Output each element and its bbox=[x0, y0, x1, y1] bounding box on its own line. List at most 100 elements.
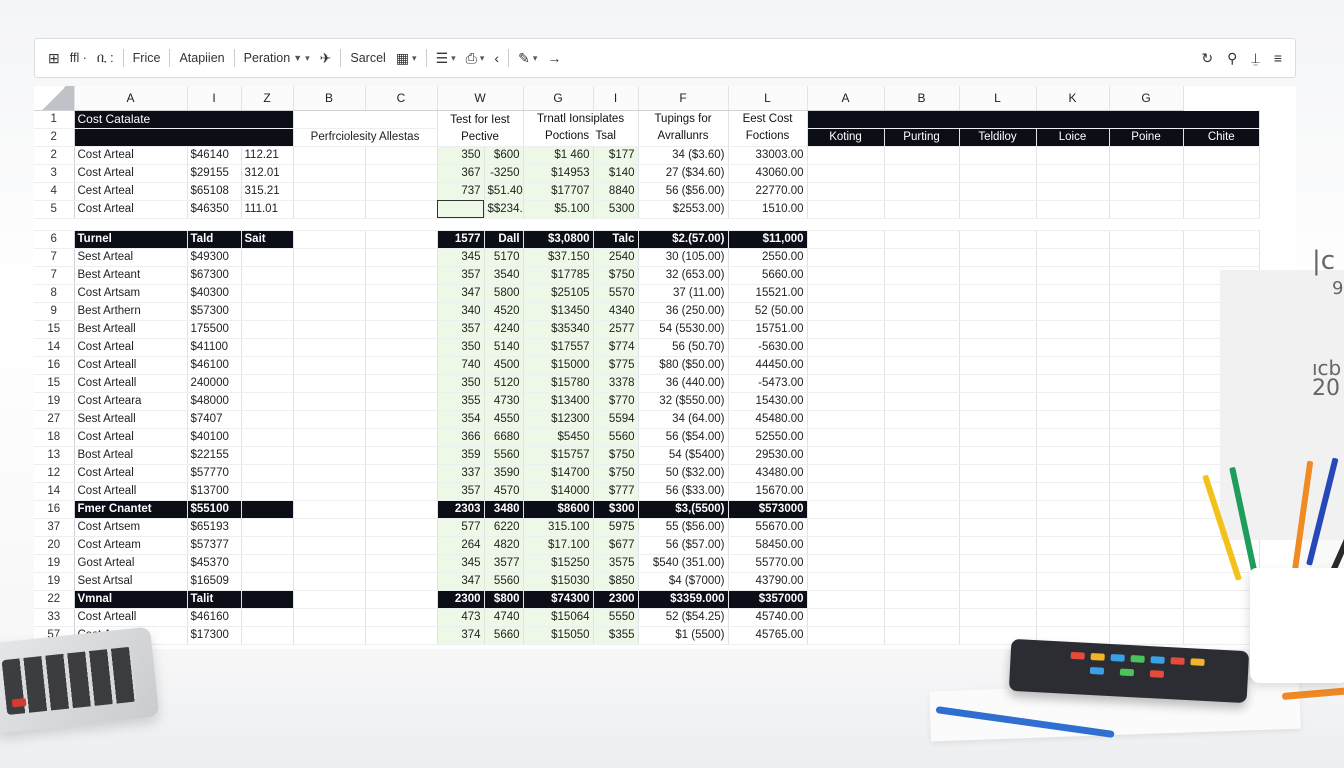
value-cell[interactable]: 2540 bbox=[593, 248, 639, 267]
total-label[interactable]: Vmnal bbox=[74, 590, 188, 609]
cost-cell[interactable]: $5450 bbox=[523, 428, 594, 447]
row-number[interactable]: 2 bbox=[34, 128, 75, 147]
amount-cell[interactable]: $57300 bbox=[187, 302, 242, 321]
value-cell[interactable]: $51.40 bbox=[484, 182, 524, 201]
cell[interactable] bbox=[959, 392, 1037, 411]
cell[interactable] bbox=[884, 536, 960, 555]
cell[interactable] bbox=[293, 464, 366, 483]
cell[interactable] bbox=[807, 626, 885, 645]
total-value[interactable]: $800 bbox=[484, 590, 524, 609]
cell[interactable] bbox=[884, 518, 960, 537]
cell[interactable] bbox=[807, 608, 885, 627]
share-icon[interactable]: ⍊ bbox=[1246, 45, 1264, 71]
label-cell[interactable]: Cost Arteal bbox=[74, 200, 188, 219]
value-cell[interactable]: 5570 bbox=[593, 284, 639, 303]
cell[interactable] bbox=[959, 302, 1037, 321]
total-value[interactable]: Talc bbox=[593, 230, 639, 249]
row-number[interactable]: 15 bbox=[34, 320, 75, 339]
tupings-cell[interactable]: $2553.00) bbox=[638, 200, 729, 219]
label-cell[interactable]: Best Arteall bbox=[74, 320, 188, 339]
tupings-cell[interactable]: $80 ($50.00) bbox=[638, 356, 729, 375]
value-cell[interactable] bbox=[241, 266, 294, 285]
table-icon[interactable]: ▦ ▾ bbox=[391, 45, 422, 71]
cell[interactable] bbox=[365, 428, 438, 447]
cell[interactable] bbox=[293, 338, 366, 357]
cost-cell[interactable]: 45480.00 bbox=[728, 410, 808, 429]
cell[interactable] bbox=[959, 554, 1037, 573]
cell[interactable] bbox=[807, 590, 885, 609]
tupings-cell[interactable]: 52 ($54.25) bbox=[638, 608, 729, 627]
amount-cell[interactable]: $40300 bbox=[187, 284, 242, 303]
value-cell[interactable]: 5660 bbox=[484, 626, 524, 645]
menu-icon[interactable]: ≡ bbox=[1269, 45, 1287, 71]
cell[interactable] bbox=[959, 356, 1037, 375]
cell[interactable] bbox=[365, 446, 438, 465]
count-cell[interactable]: 357 bbox=[437, 320, 485, 339]
cost-cell[interactable]: 1510.00 bbox=[728, 200, 808, 219]
peration-dropdown[interactable]: Peration ▼ ▾ bbox=[239, 45, 315, 71]
tupings-cell[interactable]: $4 ($7000) bbox=[638, 572, 729, 591]
row-number[interactable]: 14 bbox=[34, 338, 75, 357]
label-cell[interactable]: Cost Arteall bbox=[74, 374, 188, 393]
value-cell[interactable] bbox=[241, 410, 294, 429]
row-number[interactable]: 19 bbox=[34, 572, 75, 591]
value-cell[interactable] bbox=[241, 392, 294, 411]
cell[interactable] bbox=[959, 230, 1037, 249]
column-header[interactable]: A bbox=[74, 86, 188, 111]
value-cell[interactable] bbox=[241, 608, 294, 627]
cost-cell[interactable]: $5.100 bbox=[523, 200, 594, 219]
tupings-cell[interactable]: 50 ($32.00) bbox=[638, 464, 729, 483]
cost-cell[interactable]: $13450 bbox=[523, 302, 594, 321]
value-cell[interactable]: 3378 bbox=[593, 374, 639, 393]
tupings-cell[interactable]: 54 (5530.00) bbox=[638, 320, 729, 339]
cell[interactable] bbox=[884, 146, 960, 165]
value-cell[interactable] bbox=[241, 572, 294, 591]
label-cell[interactable]: Cost Arteal bbox=[74, 146, 188, 165]
count-cell[interactable]: 374 bbox=[437, 626, 485, 645]
value-cell[interactable]: 4820 bbox=[484, 536, 524, 555]
cost-cell[interactable]: -5630.00 bbox=[728, 338, 808, 357]
cell[interactable] bbox=[293, 428, 366, 447]
value-cell[interactable]: 3577 bbox=[484, 554, 524, 573]
amount-cell[interactable]: $46100 bbox=[187, 356, 242, 375]
cell[interactable] bbox=[365, 410, 438, 429]
count-cell[interactable]: 337 bbox=[437, 464, 485, 483]
amount-cell[interactable]: $49300 bbox=[187, 248, 242, 267]
cell[interactable] bbox=[884, 464, 960, 483]
amount-cell[interactable]: $48000 bbox=[187, 392, 242, 411]
value-cell[interactable]: 8840 bbox=[593, 182, 639, 201]
total-value[interactable]: Dall bbox=[484, 230, 524, 249]
cell[interactable] bbox=[807, 338, 885, 357]
value-cell[interactable]: $177 bbox=[593, 146, 639, 165]
cell[interactable] bbox=[1036, 590, 1110, 609]
cell[interactable] bbox=[1109, 266, 1184, 285]
row-number[interactable]: 27 bbox=[34, 410, 75, 429]
tupings-cell[interactable]: 32 (653.00) bbox=[638, 266, 729, 285]
arrow-right-icon[interactable]: → bbox=[542, 45, 566, 71]
cell[interactable] bbox=[959, 518, 1037, 537]
count-cell[interactable]: 367 bbox=[437, 164, 485, 183]
cell[interactable] bbox=[1036, 554, 1110, 573]
cost-cell[interactable]: 58450.00 bbox=[728, 536, 808, 555]
label-cell[interactable]: Sest Arteall bbox=[74, 410, 188, 429]
cell[interactable] bbox=[1109, 392, 1184, 411]
cell[interactable] bbox=[807, 410, 885, 429]
cell[interactable] bbox=[1109, 572, 1184, 591]
cell[interactable] bbox=[365, 338, 438, 357]
value-cell[interactable] bbox=[241, 338, 294, 357]
total-cell[interactable]: Sait bbox=[241, 230, 294, 249]
count-cell[interactable]: 737 bbox=[437, 182, 485, 201]
cost-cell[interactable]: 5660.00 bbox=[728, 266, 808, 285]
value-cell[interactable] bbox=[241, 428, 294, 447]
cell[interactable] bbox=[365, 590, 438, 609]
cell[interactable] bbox=[884, 572, 960, 591]
row-number[interactable]: 16 bbox=[34, 500, 75, 519]
cell[interactable] bbox=[959, 146, 1037, 165]
cell[interactable] bbox=[365, 518, 438, 537]
amount-cell[interactable]: $40100 bbox=[187, 428, 242, 447]
price-menu[interactable]: Frice bbox=[128, 45, 166, 71]
value-cell[interactable]: $750 bbox=[593, 464, 639, 483]
value-cell[interactable] bbox=[241, 482, 294, 501]
cost-cell[interactable]: $14953 bbox=[523, 164, 594, 183]
extra-header[interactable]: Loice bbox=[1036, 128, 1110, 147]
